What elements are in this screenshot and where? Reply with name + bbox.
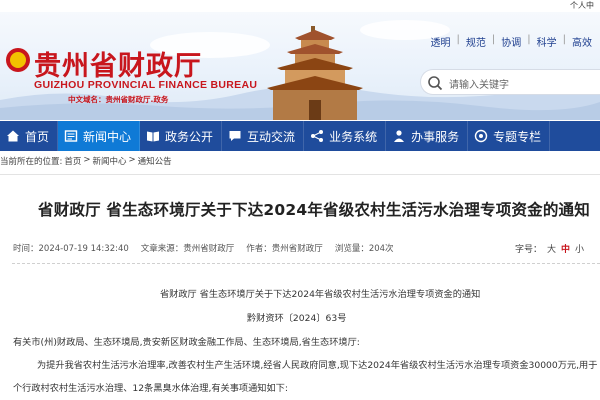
slogan-transparent: 透明 [430,38,451,49]
search-icon[interactable] [427,75,443,91]
breadcrumb-separator: > [128,155,136,165]
font-size-medium-button[interactable]: 中 [561,242,570,255]
topic-icon [474,129,488,143]
slogan-links: 透明 | 规范 | 协调 | 科学 | 高效 [430,34,593,49]
search-input[interactable]: 请输入关键字 [420,69,600,95]
font-size-label: 字号： [514,245,542,255]
meta-divider [12,263,600,264]
slogan-efficient: 高效 [572,38,592,49]
nav-label: 业务系统 [329,129,378,144]
nav-business-systems[interactable]: 业务系统 [304,121,387,151]
home-icon [7,130,19,142]
document-title: 省财政厅 省生态环境厅关于下达2024年省级农村生活污水治理专项资金的通知 [160,289,481,300]
breadcrumb-home[interactable]: 首页 [64,155,81,171]
breadcrumb-current[interactable]: 通知公告 [138,155,172,171]
slogan-standard: 规范 [465,38,486,49]
nav-label: 新闻中心 [83,129,132,144]
breadcrumb-news-center[interactable]: 新闻中心 [93,155,127,171]
site-subtitle-en: GUIZHOU PROVINCIAL FINANCE BUREAU [34,79,258,91]
nav-label: 首页 [25,129,50,144]
book-icon [147,131,160,142]
site-banner: 贵州省财政厅 GUIZHOU PROVINCIAL FINANCE BUREAU… [0,12,600,120]
font-size-switcher: 字号： 大 中 小 [515,242,584,255]
font-size-small-button[interactable]: 小 [575,242,584,255]
nav-services[interactable]: 办事服务 [386,121,469,151]
publish-time: 时间：2024-07-19 14:32:40 [13,244,129,254]
pagoda-illustration [267,26,363,120]
nav-label: 政务公开 [165,129,214,144]
slogan-science: 科学 [536,38,557,49]
main-nav: 首页 新闻中心 政务公开 互动交流 业务系统 办事服务 专题专栏 [0,121,600,151]
document-addressee: 有关市(州)财政局、生态环境局,贵安新区财政金融工作局、生态环境局,省生态环境厅… [13,337,360,348]
article-author: 作者：贵州省财政厅 [246,244,323,254]
person-icon [394,130,405,142]
article-title: 省财政厅 省生态环境厅关于下达2024年省级农村生活污水治理专项资金的通知 [38,201,590,219]
article-source: 文章来源：贵州省财政厅 [140,244,235,254]
body-paragraph: 为提升我省农村生活污水治理率,改善农村生产生活环境,经省人民政府同意,现下达20… [37,360,598,371]
nav-interaction[interactable]: 互动交流 [222,121,305,151]
site-title: 贵州省财政厅 [34,51,202,82]
article-meta: 时间：2024-07-19 14:32:40 文章来源：贵州省财政厅 作者：贵州… [13,242,406,254]
breadcrumb-separator: > [83,155,91,165]
breadcrumb: 当前所在的位置: 首页 > 新闻中心 > 通知公告 [0,155,600,171]
nav-government-affairs[interactable]: 政务公开 [140,121,223,151]
nav-special-topics[interactable]: 专题专栏 [468,121,551,151]
view-count: 浏览量：204次 [334,244,394,254]
nav-label: 办事服务 [411,129,460,144]
nav-label: 互动交流 [247,129,296,144]
network-icon [311,130,324,142]
top-strip: 个人中 [0,0,600,12]
slogan-coordinate: 协调 [501,38,522,49]
body-paragraph: 个行政村农村生活污水治理、12条黑臭水体治理,有关事项通知如下: [13,383,288,394]
nav-label: 专题专栏 [493,129,542,144]
font-size-large-button[interactable]: 大 [547,242,556,255]
nav-news-center[interactable]: 新闻中心 [58,121,141,151]
user-center-link[interactable]: 个人中 [570,0,594,11]
chat-icon [229,131,241,141]
search-placeholder: 请输入关键字 [449,80,509,91]
newspaper-icon [64,130,78,142]
breadcrumb-prefix: 当前所在的位置: [0,157,63,167]
nav-home[interactable]: 首页 [0,121,59,151]
site-domain: 中文域名：贵州省财政厅.政务 [68,95,169,104]
breadcrumb-divider [0,174,600,175]
document-number: 黔财资环〔2024〕63号 [247,313,347,324]
emblem-icon [6,48,30,72]
